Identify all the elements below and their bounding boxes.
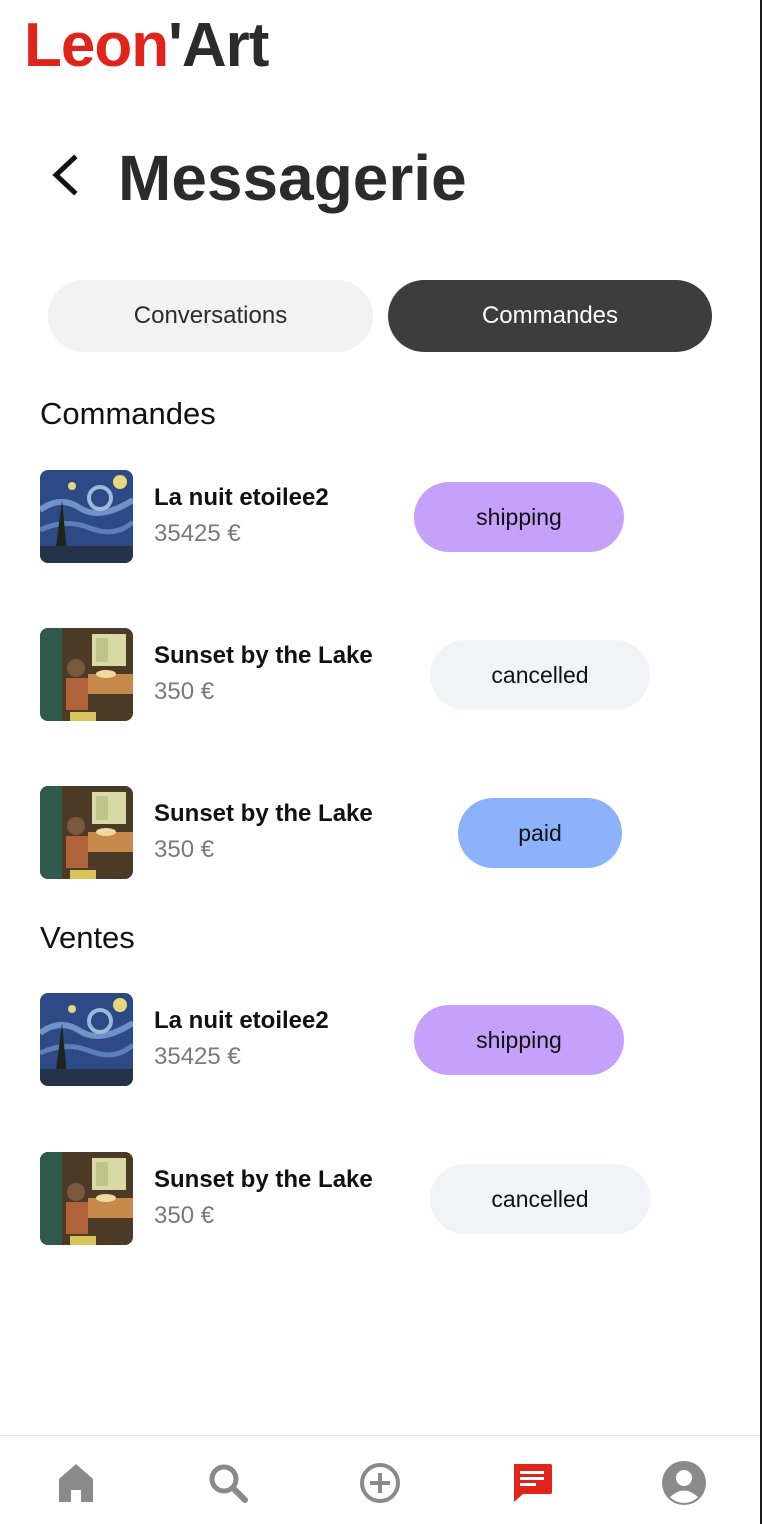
status-badge: cancelled — [430, 1164, 650, 1234]
artwork-thumbnail — [40, 470, 133, 563]
logo-part-leon: Leon — [24, 11, 169, 80]
status-badge: shipping — [414, 482, 624, 552]
status-badge: shipping — [414, 1005, 624, 1075]
artwork-name: La nuit etoilee2 — [154, 484, 329, 511]
artwork-thumbnail — [40, 628, 133, 721]
status-badge: paid — [458, 798, 622, 868]
tab-conversations[interactable]: Conversations — [48, 280, 373, 352]
sunset-room-image — [40, 628, 133, 721]
order-row[interactable]: Sunset by the Lake 350 € cancelled — [40, 628, 720, 722]
artwork-price: 350 € — [154, 836, 215, 863]
artwork-thumbnail — [40, 993, 133, 1086]
artwork-name: Sunset by the Lake — [154, 800, 373, 827]
artwork-thumbnail — [40, 786, 133, 879]
sunset-room-image — [40, 786, 133, 879]
section-title-ventes: Ventes — [40, 920, 135, 955]
page-title: Messagerie — [118, 142, 467, 214]
artwork-name: Sunset by the Lake — [154, 1166, 373, 1193]
tab-commandes[interactable]: Commandes — [388, 280, 712, 352]
add-circle-icon — [360, 1463, 400, 1503]
nav-search[interactable] — [203, 1458, 253, 1508]
search-icon — [209, 1464, 248, 1503]
artwork-name: La nuit etoilee2 — [154, 1007, 329, 1034]
nav-home[interactable] — [51, 1458, 101, 1508]
starry-night-image — [40, 470, 133, 563]
nav-profile[interactable] — [659, 1458, 709, 1508]
bottom-navigation — [0, 1435, 760, 1525]
artwork-price: 35425 € — [154, 1043, 241, 1070]
artwork-thumbnail — [40, 1152, 133, 1245]
artwork-price: 350 € — [154, 678, 215, 705]
home-icon — [59, 1464, 93, 1502]
account-icon — [662, 1461, 706, 1505]
logo-part-art: 'Art — [168, 11, 269, 80]
nav-add[interactable] — [355, 1458, 405, 1508]
sunset-room-image — [40, 1152, 133, 1245]
back-button[interactable] — [48, 150, 88, 200]
artwork-price: 35425 € — [154, 520, 241, 547]
nav-messages[interactable] — [507, 1458, 557, 1508]
artwork-price: 350 € — [154, 1202, 215, 1229]
artwork-name: Sunset by the Lake — [154, 642, 373, 669]
starry-night-image — [40, 993, 133, 1086]
order-row[interactable]: La nuit etoilee2 35425 € shipping — [40, 470, 720, 564]
chevron-left-icon — [52, 154, 78, 196]
app-logo: Leon'Art — [24, 10, 269, 82]
sale-row[interactable]: La nuit etoilee2 35425 € shipping — [40, 993, 720, 1087]
section-title-commandes: Commandes — [40, 396, 216, 431]
status-badge: cancelled — [430, 640, 650, 710]
chat-icon — [514, 1464, 552, 1502]
sale-row[interactable]: Sunset by the Lake 350 € cancelled — [40, 1152, 720, 1246]
order-row[interactable]: Sunset by the Lake 350 € paid — [40, 786, 720, 880]
